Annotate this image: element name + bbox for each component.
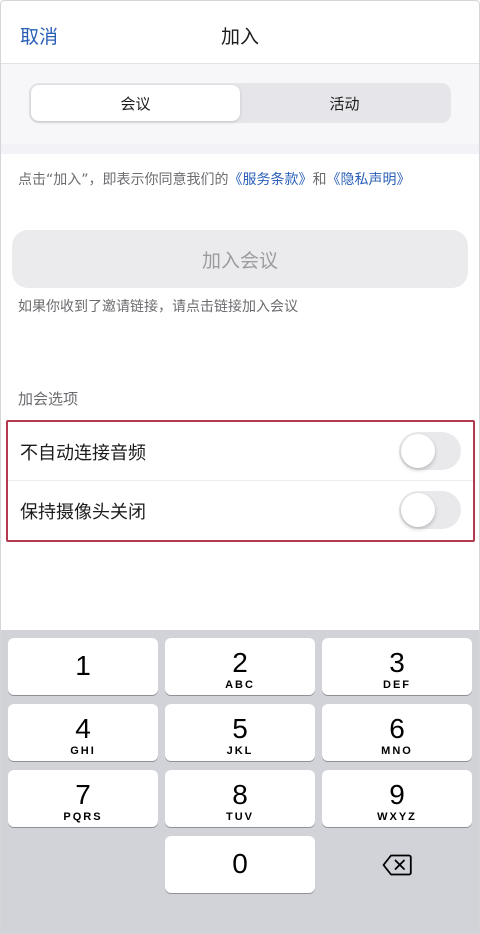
nav-bar: 取消 加入 [0,0,480,64]
key-4-letters: GHI [70,745,96,757]
join-options-title: 加会选项 [18,390,79,408]
page-title: 加入 [220,26,259,48]
key-1-digit: 1 [75,650,91,681]
option-row-camera: 保持摄像头关闭 [8,481,473,540]
key-8[interactable]: 8 TUV [165,770,315,827]
key-4[interactable]: 4 GHI [8,704,158,761]
terms-prefix: 点击“加入”，即表示你同意我们的 [18,172,229,188]
key-6-digit: 6 [389,713,405,744]
key-2-digit: 2 [232,647,248,678]
join-meeting-button[interactable]: 加入会议 [12,230,468,288]
key-8-letters: TUV [226,811,254,823]
key-7-digit: 7 [75,779,91,810]
key-2[interactable]: 2 ABC [165,638,315,695]
invite-link-hint: 如果你收到了邀请链接，请点击链接加入会议 [18,299,298,315]
key-3-letters: DEF [383,679,411,691]
key-0[interactable]: 0 [165,836,315,893]
key-9-letters: WXYZ [377,811,417,823]
option-label-audio: 不自动连接音频 [20,443,146,464]
key-6[interactable]: 6 MNO [322,704,472,761]
key-1[interactable]: 1 [8,638,158,695]
key-7[interactable]: 7 PQRS [8,770,158,827]
terms-text: 点击“加入”，即表示你同意我们的《服务条款》和《隐私声明》 [18,170,462,191]
key-5-digit: 5 [232,713,248,744]
terms-and: 和 [312,172,327,188]
key-5-letters: JKL [226,745,254,757]
camera-toggle[interactable] [399,491,461,529]
join-options-group: 不自动连接音频 保持摄像头关闭 [6,420,475,542]
tab-meeting[interactable]: 会议 [31,85,240,121]
join-form: 点击“加入”，即表示你同意我们的《服务条款》和《隐私声明》 加入会议 如果你收到… [0,154,480,630]
option-row-audio: 不自动连接音频 [8,422,473,481]
key-0-digit: 0 [232,848,248,879]
key-4-digit: 4 [75,713,91,744]
audio-toggle[interactable] [399,432,461,470]
toggle-knob [401,493,435,527]
segmented-control: 会议 活动 [29,83,451,123]
tab-event[interactable]: 活动 [240,85,449,121]
key-3[interactable]: 3 DEF [322,638,472,695]
tab-bar-area: 会议 活动 [0,64,480,144]
privacy-statement-link[interactable]: 《隐私声明》 [327,172,411,188]
key-5[interactable]: 5 JKL [165,704,315,761]
numeric-keypad: 1 2 ABC 3 DEF 4 GHI 5 JKL 6 MNO 7 PQRS 8 TUV 9W… [0,630,480,934]
key-7-letters: PQRS [63,811,103,823]
key-2-letters: ABC [225,679,255,691]
key-6-letters: MNO [381,745,413,757]
option-label-camera: 保持摄像头关闭 [20,502,146,523]
key-8-digit: 8 [232,779,248,810]
terms-of-service-link[interactable]: 《服务条款》 [229,172,313,188]
key-3-digit: 3 [389,647,405,678]
toggle-knob [401,434,435,468]
key-9-digit: 9 [389,779,405,810]
backspace-icon [382,854,412,875]
key-9[interactable]: 9 WXYZ [322,770,472,827]
delete-button[interactable] [322,836,472,893]
